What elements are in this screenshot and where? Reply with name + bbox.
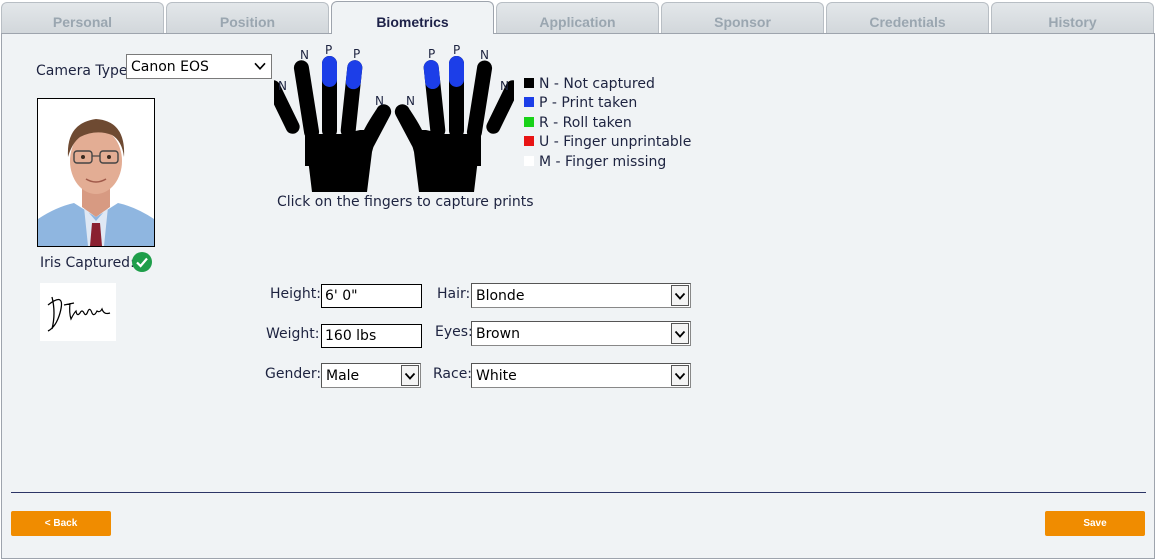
legend-label: M - Finger missing [539,154,667,170]
gender-label: Gender: [265,366,322,382]
left-middle-print [322,56,337,87]
camera-type-label: Camera Type: [36,63,133,79]
hair-dropdown-button[interactable] [671,285,689,306]
legend-swatch [524,78,534,88]
biometrics-panel: Camera Type: Canon EOS Iris Captured: N … [1,33,1155,559]
height-input[interactable]: 6' 0" [321,284,422,308]
tab-position[interactable]: Position [166,2,329,33]
legend-label: N - Not captured [539,76,655,92]
left-middle-status: P [325,43,332,57]
right-thumb[interactable] [392,102,429,153]
gender-value: Male [326,367,360,384]
eyes-value: Brown [476,325,520,342]
left-thumb[interactable] [357,102,394,153]
legend-roll-taken: R - Roll taken [524,115,632,133]
height-label: Height: [270,286,321,302]
left-little-status: N [278,79,287,93]
camera-type-select[interactable]: Canon EOS [126,54,272,79]
tab-credentials[interactable]: Credentials [826,2,989,33]
signature-image [40,283,116,341]
eyes-dropdown-button[interactable] [671,323,689,344]
right-index-status: P [428,47,435,61]
tab-biometrics[interactable]: Biometrics [331,1,494,34]
back-button[interactable]: < Back [11,511,111,536]
race-select[interactable]: White [471,363,691,388]
weight-input[interactable]: 160 lbs [321,324,422,348]
save-button[interactable]: Save [1045,511,1145,536]
legend-unprintable: U - Finger unprintable [524,134,691,152]
hair-select[interactable]: Blonde [471,283,691,308]
right-middle-status: P [453,43,460,57]
legend-label: U - Finger unprintable [539,134,692,150]
gender-select[interactable]: Male [321,363,421,388]
race-value: White [476,367,517,384]
tab-bar: Personal Position Biometrics Application… [0,0,1156,34]
race-label: Race: [433,366,473,382]
left-index-status: P [353,47,360,61]
hair-value: Blonde [476,287,525,304]
legend-missing: M - Finger missing [524,154,666,172]
tab-application[interactable]: Application [496,2,659,33]
legend-print-taken: P - Print taken [524,95,637,113]
tab-sponsor[interactable]: Sponsor [661,2,824,33]
legend-swatch [524,117,534,127]
legend-label: P - Print taken [539,95,638,111]
eyes-label: Eyes: [435,324,473,340]
right-hand: N P P N N [392,43,514,192]
chevron-down-icon [674,330,686,338]
legend-swatch [524,136,534,146]
legend-not-captured: N - Not captured [524,76,655,94]
right-ring-status: N [480,48,489,62]
left-thumb-status: N [375,94,384,108]
tab-history[interactable]: History [991,2,1154,33]
iris-captured-label: Iris Captured: [40,255,135,271]
chevron-down-icon [404,372,416,380]
left-hand: N N P P N [274,43,394,192]
legend-swatch [524,97,534,107]
capture-instruction: Click on the fingers to capture prints [277,194,534,210]
chevron-down-icon [674,372,686,380]
right-middle-print [449,56,464,87]
eyes-select[interactable]: Brown [471,321,691,346]
left-ring-status: N [300,48,309,62]
chevron-down-icon [674,292,686,300]
right-little-status: N [500,79,509,93]
applicant-photo [37,98,155,247]
tab-personal[interactable]: Personal [1,2,164,33]
gender-dropdown-button[interactable] [401,365,419,386]
legend-swatch [524,156,534,166]
hair-label: Hair: [437,286,471,302]
footer-divider [11,492,1146,493]
right-thumb-status: N [406,94,415,108]
legend-label: R - Roll taken [539,115,632,131]
race-dropdown-button[interactable] [671,365,689,386]
chevron-down-icon [254,62,266,70]
check-circle-icon [132,252,152,272]
camera-type-value: Canon EOS [131,58,209,75]
fingerprint-hands: N N P P N N P P N N [274,43,514,192]
weight-label: Weight: [266,326,320,342]
